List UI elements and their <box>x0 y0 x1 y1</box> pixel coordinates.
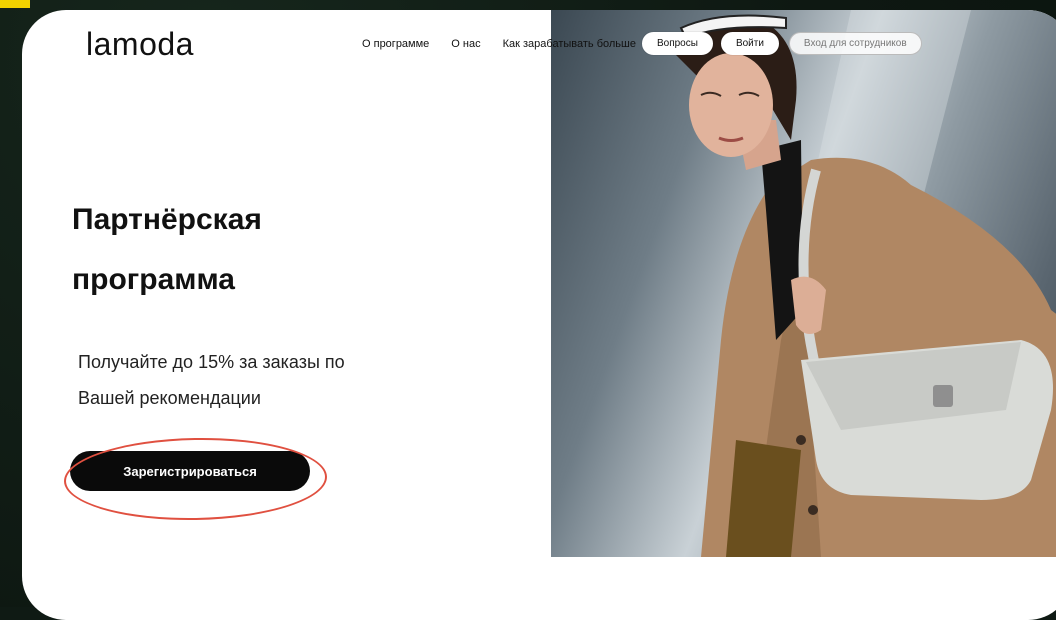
landing-card: lamoda О программе О нас Как зарабатыват… <box>22 10 1056 620</box>
red-highlight-circle <box>63 435 328 523</box>
staff-login-button[interactable]: Вход для сотрудников <box>788 32 922 55</box>
hero-photo <box>551 10 1056 557</box>
login-button[interactable]: Войти <box>720 32 779 55</box>
top-navigation: О программе О нас Как зарабатывать больш… <box>362 32 922 55</box>
nav-link-about-us[interactable]: О нас <box>451 38 480 50</box>
lamoda-logo[interactable]: lamoda <box>86 26 194 63</box>
hero-subtitle: Получайте до 15% за заказы по Вашей реко… <box>78 344 458 416</box>
hero-subtitle-line1: Получайте до 15% за заказы по <box>78 352 345 372</box>
hero-title-line2: программа <box>72 263 235 296</box>
model-illustration <box>671 10 1056 557</box>
hero-title-line1: Партнёрская <box>72 203 262 236</box>
nav-link-about-program[interactable]: О программе <box>362 38 429 50</box>
hero-title: Партнёрская программа <box>72 190 472 310</box>
questions-button[interactable]: Вопросы <box>641 32 713 55</box>
yellow-corner-marker <box>0 0 30 8</box>
hero-subtitle-line2: Вашей рекомендации <box>78 388 261 408</box>
nav-link-earn-more[interactable]: Как зарабатывать больше <box>503 38 636 50</box>
